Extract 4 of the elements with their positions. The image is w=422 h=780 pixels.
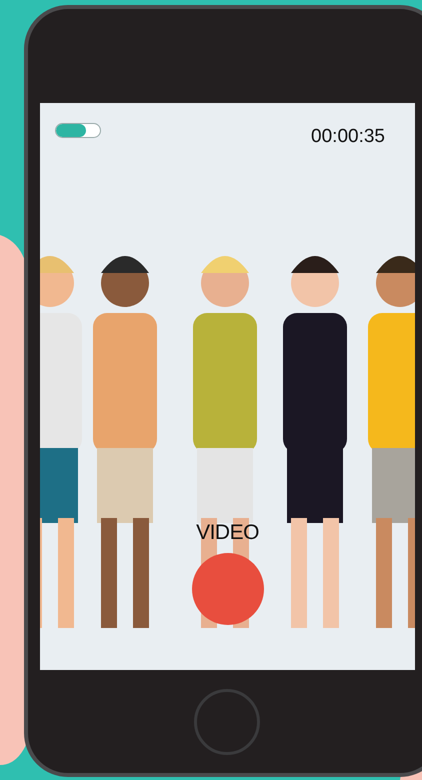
toggle-switch[interactable] — [55, 122, 101, 138]
home-button[interactable] — [194, 689, 260, 755]
timer: 00:00:35 — [311, 126, 385, 148]
mode-label[interactable]: VIDEO — [196, 521, 259, 545]
